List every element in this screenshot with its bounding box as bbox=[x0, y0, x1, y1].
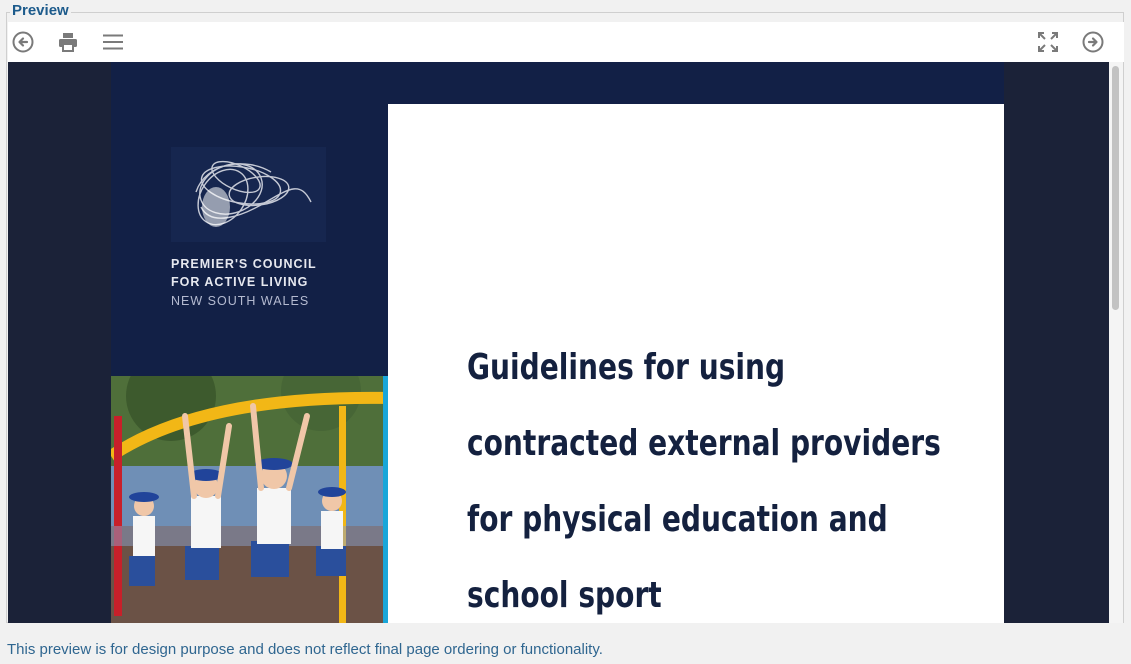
print-icon[interactable] bbox=[56, 30, 80, 54]
scrollbar-thumb[interactable] bbox=[1112, 66, 1119, 310]
viewer-scrollbar[interactable] bbox=[1109, 62, 1123, 623]
title-line-2: contracted external providers bbox=[467, 423, 941, 464]
title-line-3: for physical education and bbox=[467, 499, 888, 540]
council-logo: PREMIER'S COUNCIL FOR ACTIVE LIVING NEW … bbox=[171, 147, 326, 312]
menu-icon[interactable] bbox=[101, 30, 125, 54]
logo-line-3: NEW SOUTH WALES bbox=[171, 294, 310, 308]
logo-swirl-graphic bbox=[171, 147, 326, 242]
logo-line-1: PREMIER'S COUNCIL bbox=[171, 257, 317, 271]
document-title: Guidelines for using contracted external… bbox=[467, 330, 990, 623]
document-viewer[interactable]: PREMIER'S COUNCIL FOR ACTIVE LIVING NEW … bbox=[8, 62, 1109, 623]
back-icon[interactable] bbox=[11, 30, 35, 54]
logo-line-2: FOR ACTIVE LIVING bbox=[171, 275, 309, 289]
preview-legend: Preview bbox=[10, 2, 71, 19]
title-line-1: Guidelines for using bbox=[467, 347, 786, 388]
forward-icon[interactable] bbox=[1081, 30, 1105, 54]
title-line-4: school sport bbox=[467, 575, 662, 616]
preview-disclaimer: This preview is for design purpose and d… bbox=[7, 641, 603, 658]
title-panel: Guidelines for using contracted external… bbox=[388, 104, 1004, 623]
cover-photo bbox=[111, 376, 388, 623]
fullscreen-icon[interactable] bbox=[1036, 30, 1060, 54]
document-page: PREMIER'S COUNCIL FOR ACTIVE LIVING NEW … bbox=[111, 62, 1004, 623]
preview-toolbar bbox=[8, 22, 1124, 62]
